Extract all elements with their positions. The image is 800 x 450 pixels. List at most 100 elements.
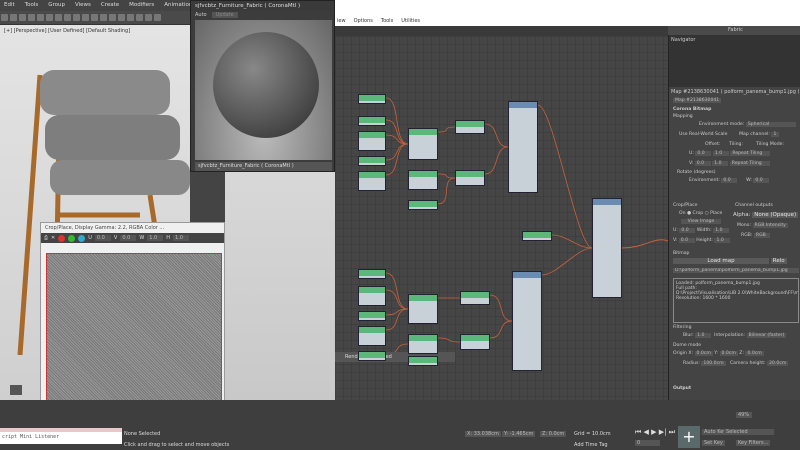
map-node[interactable] [358, 116, 386, 126]
material-node[interactable] [508, 101, 538, 193]
mono-row[interactable]: Mono: RGB Intensity [737, 223, 788, 228]
map-name-field[interactable]: Map #2138630041 [673, 98, 722, 103]
green-channel-button[interactable] [68, 234, 76, 242]
map-node[interactable] [358, 171, 386, 191]
toolbar-button[interactable] [154, 14, 161, 21]
slate-menu-tools[interactable]: Tools [381, 18, 393, 26]
menu-views[interactable]: Views [75, 2, 91, 9]
toolbar-button[interactable] [46, 14, 53, 21]
section-output[interactable]: Output [673, 386, 691, 391]
toolbar-button[interactable] [82, 14, 89, 21]
map-node[interactable] [460, 291, 490, 305]
map-node[interactable] [408, 294, 438, 324]
close-icon[interactable]: ✕ [51, 235, 55, 241]
map-node[interactable] [358, 156, 386, 166]
red-channel-button[interactable] [58, 234, 66, 242]
coord-y[interactable]: Y: -1.465cm [502, 431, 536, 437]
toolbar-button[interactable] [55, 14, 62, 21]
playback-controls[interactable]: ⏮ ◀ ▶ ▶| ⏭ [635, 428, 675, 437]
print-icon[interactable]: ⎙ [44, 235, 48, 241]
map-node[interactable] [460, 334, 490, 350]
map-node[interactable] [408, 128, 438, 160]
map-node[interactable] [408, 200, 438, 210]
toolbar-button[interactable] [100, 14, 107, 21]
crop-radios[interactable]: On ● Crop ○ Place [679, 211, 722, 216]
map-node[interactable] [358, 94, 386, 104]
set-key-button[interactable]: Set Key [702, 440, 725, 446]
map-node[interactable] [358, 286, 386, 306]
section-corona-bitmap[interactable]: Corona Bitmap [673, 107, 711, 112]
path-field[interactable]: D:\polform_panema\polform_panema_bump1.j… [673, 268, 799, 275]
slate-menu-utilities[interactable]: Utilities [401, 18, 420, 26]
navigator[interactable]: Navigator [669, 35, 800, 87]
view-image-button[interactable]: View Image [681, 219, 721, 224]
menu-group[interactable]: Group [48, 2, 65, 9]
key-filters-button[interactable]: Key Filters... [736, 440, 771, 446]
toolbar-button[interactable] [109, 14, 116, 21]
map-node[interactable] [358, 351, 386, 361]
crop-v-row[interactable]: V: 0.0 Height: 1.0 [673, 238, 731, 243]
toolbar-button[interactable] [37, 14, 44, 21]
map-node[interactable] [358, 311, 386, 321]
load-map-button[interactable]: Load map [673, 258, 769, 264]
map-node[interactable] [408, 170, 438, 190]
toolbar-button[interactable] [10, 14, 17, 21]
menu-create[interactable]: Create [101, 2, 119, 9]
toolbar-button[interactable] [127, 14, 134, 21]
frame-field[interactable]: 0 [635, 440, 660, 446]
coord-z[interactable]: Z: 0.0cm [540, 431, 567, 437]
material-node[interactable] [592, 198, 622, 298]
radius-row[interactable]: Radius: 100.0cm Camera height: 20.0cm [683, 361, 789, 366]
u-row[interactable]: U: 0.0 1.0 Repeat Tiling [689, 151, 771, 156]
toolbar-button[interactable] [73, 14, 80, 21]
toolbar-button[interactable] [91, 14, 98, 21]
map-node[interactable] [522, 231, 552, 241]
map-node[interactable] [358, 326, 386, 346]
filter-row[interactable]: Blur: 1.0 Interpolation: Bilinear (faste… [683, 333, 787, 338]
rgb-row[interactable]: RGB: RGB [741, 233, 770, 238]
menu-animation[interactable]: Animation [164, 2, 192, 9]
alpha-row[interactable]: Alpha: None (Opaque) [733, 212, 799, 218]
reload-button[interactable]: Relo [770, 258, 787, 264]
origin-row[interactable]: Origin X: 0.0cm Y: 0.0cm Z: 0.0cm [673, 351, 764, 356]
map-node[interactable] [358, 269, 386, 279]
update-button[interactable]: Update [211, 12, 238, 18]
toolbar-button[interactable] [145, 14, 152, 21]
material-selector[interactable]: sjfvcbtz_Furniture_Fabric ( CoronaMtl ) [195, 162, 332, 171]
map-node[interactable] [358, 131, 386, 151]
toolbar-button[interactable] [19, 14, 26, 21]
view-tab-fabric[interactable]: Fabric [668, 26, 800, 35]
auto-checkbox[interactable]: Auto [195, 12, 207, 18]
map-node[interactable] [408, 356, 438, 366]
material-node[interactable] [512, 271, 542, 371]
map-node[interactable] [408, 334, 438, 354]
h-field[interactable]: 1.0 [173, 235, 190, 241]
real-world-checkbox[interactable]: Use Real-World Scale Map channel: 1 [679, 132, 780, 137]
maxscript-mini-listener[interactable]: cript Mini Listener [0, 432, 122, 444]
map-node[interactable] [455, 120, 485, 134]
selected-dropdown[interactable]: Selected [724, 429, 774, 435]
v-field[interactable]: 0.0 [120, 235, 137, 241]
v-row[interactable]: V: 0.0 1.0 Repeat Tiling [689, 161, 770, 166]
toolbar-button[interactable] [64, 14, 71, 21]
toolbar-button[interactable] [118, 14, 125, 21]
u-field[interactable]: 0.0 [94, 235, 111, 241]
toolbar-button[interactable] [28, 14, 35, 21]
slate-menu-options[interactable]: Options [354, 18, 373, 26]
add-time-tag[interactable]: Add Time Tag [574, 442, 608, 448]
slate-menu-iew[interactable]: iew [337, 18, 346, 26]
menu-edit[interactable]: Edit [4, 2, 15, 9]
env-mode-row[interactable]: Environment mode: Spherical [699, 122, 796, 127]
add-key-button[interactable]: + [678, 426, 700, 448]
toolbar-button[interactable] [1, 14, 8, 21]
zoom-field[interactable]: 49% [736, 412, 752, 418]
node-graph[interactable]: Rendering finished [335, 36, 668, 400]
blue-channel-button[interactable] [78, 234, 86, 242]
w-field[interactable]: 1.0 [147, 235, 164, 241]
rotate-row[interactable]: Environment: 0.0 W: 0.0 [689, 178, 770, 183]
menu-tools[interactable]: Tools [25, 2, 39, 9]
map-node[interactable] [455, 170, 485, 186]
toolbar-button[interactable] [136, 14, 143, 21]
crop-u-row[interactable]: U: 0.0 Width: 1.0 [673, 228, 730, 233]
coord-x[interactable]: X: 33.038cm [465, 431, 501, 437]
